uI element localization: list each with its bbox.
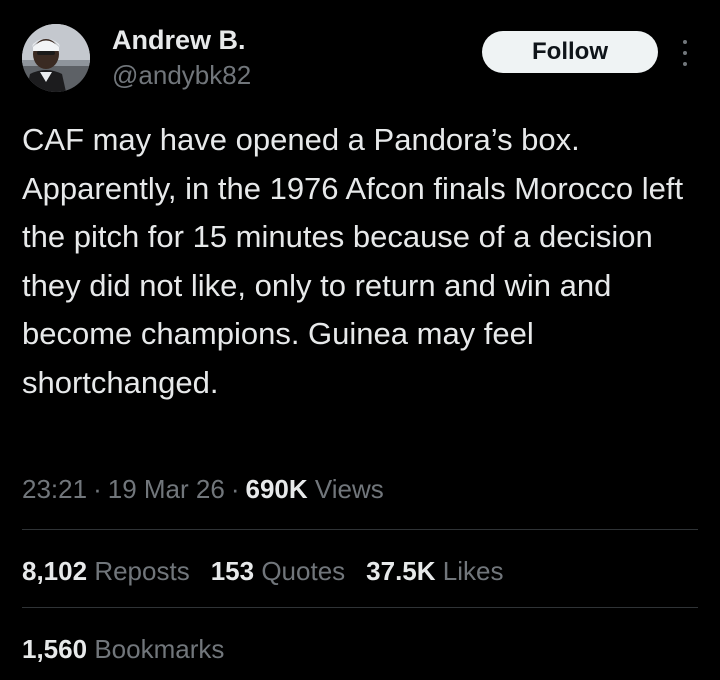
user-handle[interactable]: @andybk82 (112, 59, 251, 91)
bookmarks-stat[interactable]: 1,560 Bookmarks (22, 631, 224, 667)
likes-count: 37.5K (366, 556, 436, 586)
avatar[interactable] (22, 24, 90, 92)
likes-stat[interactable]: 37.5K Likes (366, 553, 503, 589)
bookmarks-count: 1,560 (22, 634, 88, 664)
reposts-count: 8,102 (22, 556, 88, 586)
tweet-text: CAF may have opened a Pandora’s box. App… (22, 122, 684, 400)
views-label: Views (314, 474, 384, 504)
bookmarks-row: 1,560 Bookmarks (22, 631, 245, 667)
divider (22, 607, 698, 608)
more-dot (683, 40, 687, 44)
reposts-stat[interactable]: 8,102 Reposts (22, 553, 190, 589)
divider (22, 529, 698, 530)
more-dot (683, 51, 687, 55)
tweet-time[interactable]: 23:21 (22, 474, 87, 504)
more-vertical-icon[interactable] (674, 38, 696, 68)
meta-separator: · (230, 474, 240, 504)
bookmarks-label: Bookmarks (94, 634, 225, 664)
quotes-label: Quotes (261, 556, 346, 586)
meta-separator: · (93, 474, 102, 504)
more-dot (683, 62, 687, 66)
quotes-stat[interactable]: 153 Quotes (211, 553, 345, 589)
views-count: 690K (245, 474, 308, 504)
profile-photo-icon (22, 24, 90, 92)
tweet-meta: 23:21 · 19 Mar 26 · 690K Views (22, 471, 384, 507)
quotes-count: 153 (210, 556, 255, 586)
tweet-date[interactable]: 19 Mar 26 (108, 474, 225, 504)
likes-label: Likes (442, 556, 504, 586)
engagement-stats: 8,102 Reposts 153 Quotes 37.5K Likes (22, 553, 524, 589)
follow-button[interactable]: Follow (482, 31, 658, 73)
reposts-label: Reposts (94, 556, 190, 586)
display-name[interactable]: Andrew B. (112, 24, 246, 56)
tweet-card: Andrew B. @andybk82 Follow CAF may have … (0, 0, 720, 680)
